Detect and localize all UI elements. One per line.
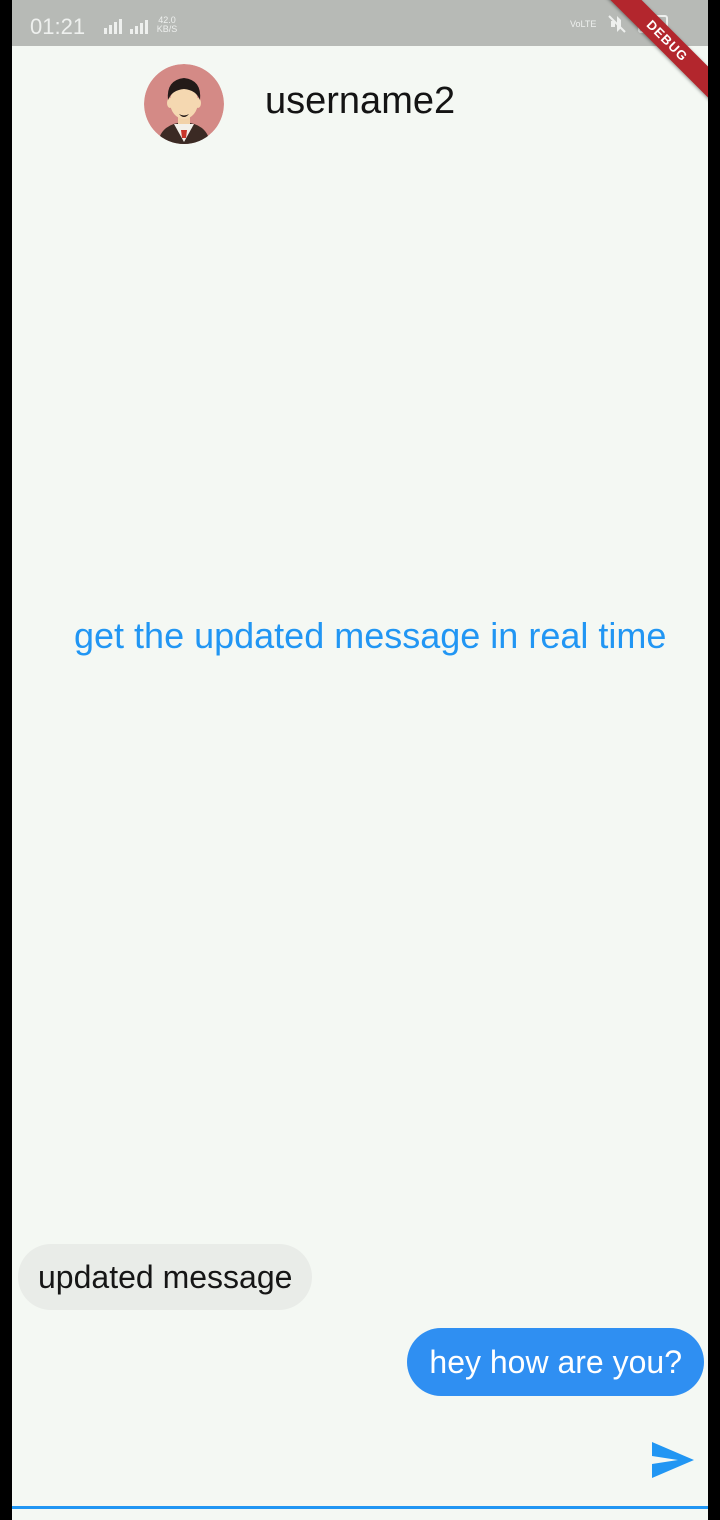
message-bubble-sent[interactable]: hey how are you?	[407, 1328, 704, 1396]
realtime-note: get the updated message in real time	[74, 615, 667, 656]
message-bubble-received[interactable]: updated message	[18, 1244, 313, 1310]
status-bar: 01:21 42.0 KB/S VoLTE	[12, 0, 708, 46]
signal-icon-2	[130, 20, 148, 34]
send-button[interactable]	[650, 1440, 696, 1480]
input-underline	[12, 1506, 708, 1509]
status-time: 01:21	[30, 14, 86, 39]
mute-icon	[608, 15, 626, 33]
signal-icon	[104, 19, 122, 34]
message-composer	[12, 1420, 708, 1520]
status-left-icons: 42.0 KB/S	[104, 16, 178, 34]
avatar-illustration	[144, 64, 224, 144]
send-icon	[652, 1442, 694, 1478]
avatar[interactable]	[144, 64, 224, 144]
chat-header: username2	[12, 46, 708, 166]
message-input[interactable]	[12, 1420, 652, 1504]
chat-screen: 01:21 42.0 KB/S VoLTE DEBUG username2 ge…	[12, 0, 708, 1520]
chat-username: username2	[265, 80, 456, 122]
volte-icon: VoLTE	[570, 18, 597, 29]
net-speed: 42.0 KB/S	[156, 15, 178, 34]
